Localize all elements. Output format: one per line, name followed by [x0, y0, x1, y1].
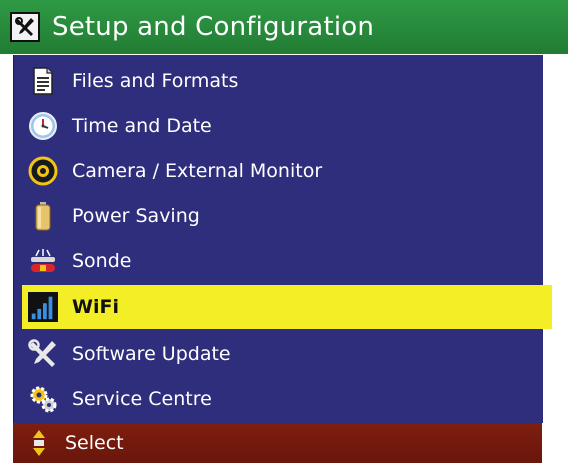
menu-item-label: Files and Formats — [72, 70, 239, 92]
gears-icon — [28, 384, 58, 414]
page-title: Setup and Configuration — [52, 12, 375, 42]
tools-icon — [10, 12, 40, 42]
document-icon — [28, 66, 58, 96]
menu-item-sonde[interactable]: Sonde — [14, 239, 543, 283]
menu-item-software-update[interactable]: Software Update — [14, 332, 543, 376]
menu-item-label: Power Saving — [72, 205, 200, 227]
menu-item-label: Time and Date — [72, 115, 212, 137]
menu-item-label: Sonde — [72, 250, 132, 272]
settings-menu: Files and Formats Time and Date Camera /… — [13, 55, 552, 423]
battery-icon — [28, 201, 58, 231]
status-hint: Select — [65, 432, 124, 454]
up-down-arrows-icon — [27, 428, 51, 458]
menu-item-files-and-formats[interactable]: Files and Formats — [14, 59, 543, 103]
menu-item-label: Service Centre — [72, 388, 212, 410]
menu-item-power-saving[interactable]: Power Saving — [14, 194, 543, 238]
menu-item-label: Software Update — [72, 343, 231, 365]
title-bar: Setup and Configuration — [0, 0, 568, 54]
wifi-signal-icon — [28, 292, 58, 322]
menu-item-label: WiFi — [72, 296, 119, 318]
clock-icon — [28, 111, 58, 141]
menu-item-wifi[interactable]: WiFi — [22, 285, 552, 329]
menu-item-service-centre[interactable]: Service Centre — [14, 377, 543, 421]
status-bar: Select — [13, 423, 542, 463]
menu-item-time-and-date[interactable]: Time and Date — [14, 104, 543, 148]
camera-monitor-icon — [28, 156, 58, 186]
setup-screen: Setup and Configuration Files and Format… — [0, 0, 577, 463]
menu-item-camera-external-monitor[interactable]: Camera / External Monitor — [14, 149, 543, 193]
menu-item-label: Camera / External Monitor — [72, 160, 323, 182]
wrench-screwdriver-icon — [28, 339, 58, 369]
sonde-icon — [28, 246, 58, 276]
